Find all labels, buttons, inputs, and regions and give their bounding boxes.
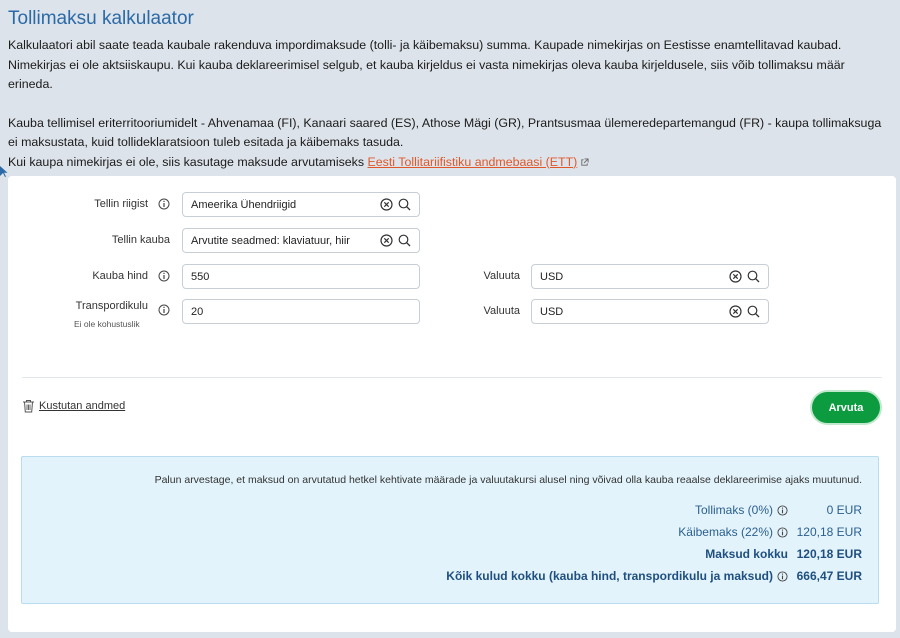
currency-select[interactable]: USD: [531, 264, 769, 289]
ett-database-link[interactable]: Eesti Tollitariifistiku andmebaasi (ETT): [368, 155, 578, 169]
intro-paragraph-1: Kalkulaatori abil saate teada kaubale ra…: [8, 38, 845, 91]
transport-label: Transpordikulu: [75, 300, 148, 312]
results-notice: Palun arvestage, et maksud on arvutatud …: [154, 474, 862, 486]
search-icon[interactable]: [398, 198, 411, 211]
vat-value: 120,18 EUR: [796, 525, 862, 539]
intro-text: Kalkulaatori abil saate teada kaubale ra…: [8, 36, 892, 172]
search-icon[interactable]: [747, 270, 760, 283]
country-select[interactable]: Ameerika Ühendriigid: [182, 192, 420, 217]
grand-total-label: Kõik kulud kokku (kauba hind, transpordi…: [446, 569, 773, 583]
intro-paragraph-3-text: Kui kaupa nimekirjas ei ole, siis kasuta…: [8, 154, 365, 169]
price-input[interactable]: 550: [182, 264, 420, 289]
grand-total-value: 666,47 EUR: [796, 569, 862, 583]
search-icon[interactable]: [398, 234, 411, 247]
grand-total-line: Kõik kulud kokku (kauba hind, transpordi…: [446, 569, 862, 583]
transport-currency-label: Valuuta: [483, 305, 521, 317]
transport-sublabel: Ei ole kohustuslik: [74, 319, 140, 329]
customs-line: Tollimaks (0%) 0 EUR: [695, 503, 862, 517]
customs-value: 0 EUR: [826, 503, 862, 517]
customs-label: Tollimaks (0%): [694, 503, 773, 517]
clear-data-label: Kustutan andmed: [39, 400, 126, 412]
info-icon[interactable]: [777, 526, 788, 538]
clear-icon[interactable]: [380, 198, 393, 211]
results-panel: Palun arvestage, et maksud on arvutatud …: [21, 456, 879, 604]
form-divider: [22, 377, 882, 378]
taxes-total-line: Maksud kokku 120,18 EUR: [705, 547, 862, 561]
search-icon[interactable]: [747, 305, 760, 318]
price-value: 550: [191, 270, 210, 283]
page-title: Tollimaksu kalkulaator: [8, 8, 194, 29]
taxes-total-label: Maksud kokku: [705, 547, 788, 561]
vat-label: Käibemaks (22%): [678, 525, 773, 539]
info-icon[interactable]: [777, 570, 788, 582]
transport-currency-select[interactable]: USD: [531, 299, 769, 324]
taxes-total-value: 120,18 EUR: [796, 547, 862, 561]
clear-icon[interactable]: [729, 270, 742, 283]
calculate-button[interactable]: Arvuta: [812, 392, 880, 423]
info-icon[interactable]: [158, 304, 170, 316]
intro-paragraph-2: Kauba tellimisel eriterritooriumidelt - …: [8, 115, 882, 150]
clear-icon[interactable]: [729, 305, 742, 318]
vat-line: Käibemaks (22%) 120,18 EUR: [678, 525, 862, 539]
currency-label: Valuuta: [483, 270, 521, 282]
external-link-icon: [581, 158, 589, 166]
transport-input[interactable]: 20: [182, 299, 420, 324]
info-icon[interactable]: [158, 198, 170, 210]
country-value: Ameerika Ühendriigid: [191, 198, 297, 211]
clear-data-button[interactable]: Kustutan andmed: [22, 399, 125, 413]
intro-paragraph-3: Kui kaupa nimekirjas ei ole, siis kasuta…: [8, 153, 892, 173]
trash-icon: [23, 400, 34, 413]
info-icon[interactable]: [777, 504, 788, 516]
goods-select[interactable]: Arvutite seadmed: klaviatuur, hiir: [182, 228, 420, 253]
calculator-card: Tellin riigist Ameerika Ühendriigid Tell…: [8, 176, 896, 632]
goods-value: Arvutite seadmed: klaviatuur, hiir: [191, 234, 350, 247]
goods-label: Tellin kauba: [111, 234, 170, 246]
mouse-cursor-icon: [0, 166, 8, 177]
price-label: Kauba hind: [92, 270, 148, 282]
transport-currency-value: USD: [540, 305, 564, 318]
country-label: Tellin riigist: [94, 198, 148, 210]
clear-icon[interactable]: [380, 234, 393, 247]
transport-value: 20: [191, 305, 204, 318]
currency-value: USD: [540, 270, 564, 283]
info-icon[interactable]: [158, 270, 170, 282]
